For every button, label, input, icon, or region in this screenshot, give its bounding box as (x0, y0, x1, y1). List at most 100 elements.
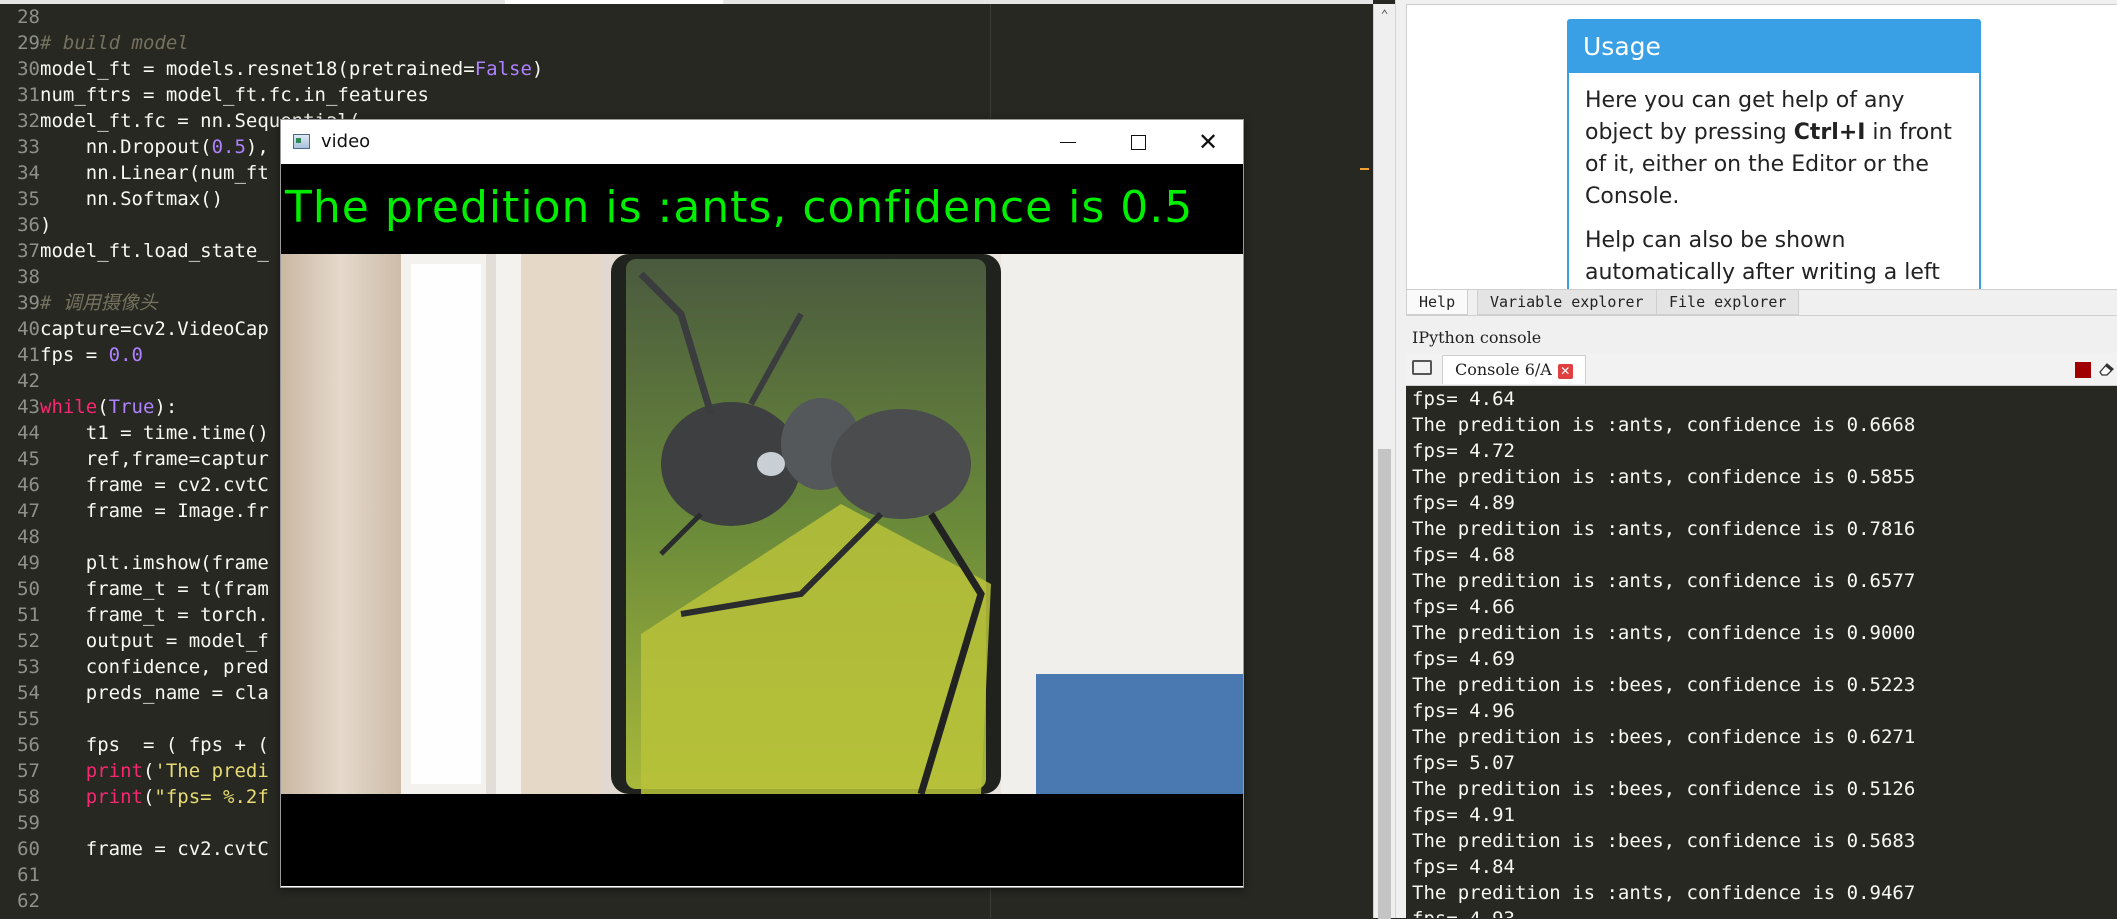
console-line: The predition is :bees, confidence is 0.… (1412, 830, 1916, 852)
video-window[interactable]: video ✕ The predition is :ants, confiden… (280, 119, 1244, 888)
line-number: 44 (17, 422, 40, 444)
line-number: 61 (17, 864, 40, 886)
code-line[interactable]: 56 fps = ( fps + ( (0, 732, 269, 758)
console-tab-bar: Console 6/A ✕ (1406, 353, 2117, 386)
code-line[interactable]: 61 (0, 862, 40, 888)
camera-image (281, 254, 1243, 794)
code-token: ref,frame=captur (40, 448, 269, 470)
line-number: 52 (17, 630, 40, 652)
code-line[interactable]: 36) (0, 212, 51, 238)
line-number: 28 (17, 6, 40, 28)
stop-icon[interactable] (2075, 362, 2091, 378)
code-line[interactable]: 30model_ft = models.resnet18(pretrained=… (0, 56, 543, 82)
editor-scrollbar[interactable]: ⌃ (1373, 4, 1395, 919)
line-number: 46 (17, 474, 40, 496)
code-token: # build model (40, 32, 189, 54)
code-line[interactable]: 39# 调用摄像头 (0, 290, 158, 316)
line-number: 38 (17, 266, 40, 288)
console-line: The predition is :ants, confidence is 0.… (1412, 570, 1916, 592)
code-line[interactable]: 53 confidence, pred (0, 654, 269, 680)
code-line[interactable]: 42 (0, 368, 40, 394)
code-line[interactable]: 28 (0, 4, 40, 30)
code-line[interactable]: 60 frame = cv2.cvtC (0, 836, 269, 862)
code-line[interactable]: 38 (0, 264, 40, 290)
console-line: fps= 4.84 (1412, 856, 1515, 878)
line-number: 59 (17, 812, 40, 834)
code-line[interactable]: 57 print('The predi (0, 758, 269, 784)
code-line[interactable]: 59 (0, 810, 40, 836)
console-tab[interactable]: Console 6/A ✕ (1442, 355, 1586, 384)
code-line[interactable]: 55 (0, 706, 40, 732)
code-token: ( (142, 760, 155, 782)
code-line[interactable]: 52 output = model_f (0, 628, 269, 654)
code-token: False (474, 58, 532, 80)
code-token: ( (97, 396, 109, 418)
code-line[interactable]: 58 print("fps= %.2f (0, 784, 269, 810)
line-number: 42 (17, 370, 40, 392)
close-tab-icon[interactable]: ✕ (1557, 364, 1573, 379)
code-token: num_ftrs = model_ft.fc.in_features (40, 84, 429, 106)
code-line[interactable]: 31num_ftrs = model_ft.fc.in_features (0, 82, 429, 108)
code-line[interactable]: 41fps = 0.0 (0, 342, 143, 368)
editor-tab-strip (0, 0, 1373, 4)
line-number: 49 (17, 552, 40, 574)
code-line[interactable]: 51 frame_t = torch. (0, 602, 269, 628)
code-line[interactable]: 44 t1 = time.time() (0, 420, 269, 446)
code-line[interactable]: 34 nn.Linear(num_ft (0, 160, 269, 186)
code-line[interactable]: 46 frame = cv2.cvtC (0, 472, 269, 498)
line-number: 34 (17, 162, 40, 184)
help-panel: Usage Here you can get help of any objec… (1406, 4, 2117, 290)
clear-console-icon[interactable] (2098, 361, 2116, 377)
usage-paragraph-1: Here you can get help of any object by p… (1585, 85, 1963, 213)
tab-help[interactable]: Help (1406, 290, 1469, 315)
code-line[interactable]: 33 nn.Dropout(0.5), (0, 134, 269, 160)
code-line[interactable]: 35 nn.Softmax() (0, 186, 223, 212)
close-button[interactable]: ✕ (1173, 120, 1243, 164)
code-line[interactable]: 48 (0, 524, 40, 550)
tab-variable-explorer[interactable]: Variable explorer (1477, 290, 1657, 315)
code-line[interactable]: 49 plt.imshow(frame (0, 550, 269, 576)
code-token: t1 = time.time() (40, 422, 269, 444)
console-line: fps= 4.93 (1412, 906, 1515, 918)
code-line[interactable]: 54 preds_name = cla (0, 680, 269, 706)
code-line[interactable]: 47 frame = Image.fr (0, 498, 269, 524)
code-line[interactable]: 45 ref,frame=captur (0, 446, 269, 472)
code-token: model_ft.load_state_ (40, 240, 269, 262)
scroll-up-icon[interactable]: ⌃ (1374, 8, 1395, 23)
line-number: 48 (17, 526, 40, 548)
video-frame: The predition is :ants, confidence is 0.… (281, 164, 1243, 886)
console-output[interactable]: fps= 4.64 The predition is :ants, confide… (1406, 386, 2117, 918)
maximize-button[interactable] (1103, 120, 1173, 164)
code-line[interactable]: 37model_ft.load_state_ (0, 238, 269, 264)
code-token: fps = (40, 344, 109, 366)
scrollbar-thumb[interactable] (1378, 449, 1391, 919)
usage-body: Here you can get help of any object by p… (1569, 73, 1979, 289)
code-token: ) (40, 214, 52, 236)
code-token: ( (142, 786, 155, 808)
console-line: fps= 4.64 (1412, 388, 1515, 410)
code-line[interactable]: 50 frame_t = t(fram (0, 576, 269, 602)
code-line[interactable]: 43while(True): (0, 394, 177, 420)
line-number: 33 (17, 136, 40, 158)
console-line: fps= 4.68 (1412, 544, 1515, 566)
code-line[interactable]: 40capture=cv2.VideoCap (0, 316, 269, 342)
line-number: 58 (17, 786, 40, 808)
line-number: 40 (17, 318, 40, 340)
line-number: 54 (17, 682, 40, 704)
code-line[interactable]: 62 (0, 888, 40, 914)
line-number: 57 (17, 760, 40, 782)
code-token: print (85, 760, 143, 782)
console-line: The predition is :ants, confidence is 0.… (1412, 414, 1916, 436)
code-token: 0.5 (211, 136, 246, 158)
console-line: fps= 4.72 (1412, 440, 1515, 462)
line-number: 47 (17, 500, 40, 522)
minimize-button[interactable] (1033, 120, 1103, 164)
code-line[interactable]: 29# build model (0, 30, 189, 56)
tab-file-explorer[interactable]: File explorer (1656, 290, 1800, 315)
code-token: nn.Softmax() (40, 188, 224, 210)
folder-icon[interactable] (1412, 360, 1432, 375)
window-titlebar[interactable]: video ✕ (281, 120, 1243, 164)
line-number: 62 (17, 890, 40, 912)
line-number: 37 (17, 240, 40, 262)
